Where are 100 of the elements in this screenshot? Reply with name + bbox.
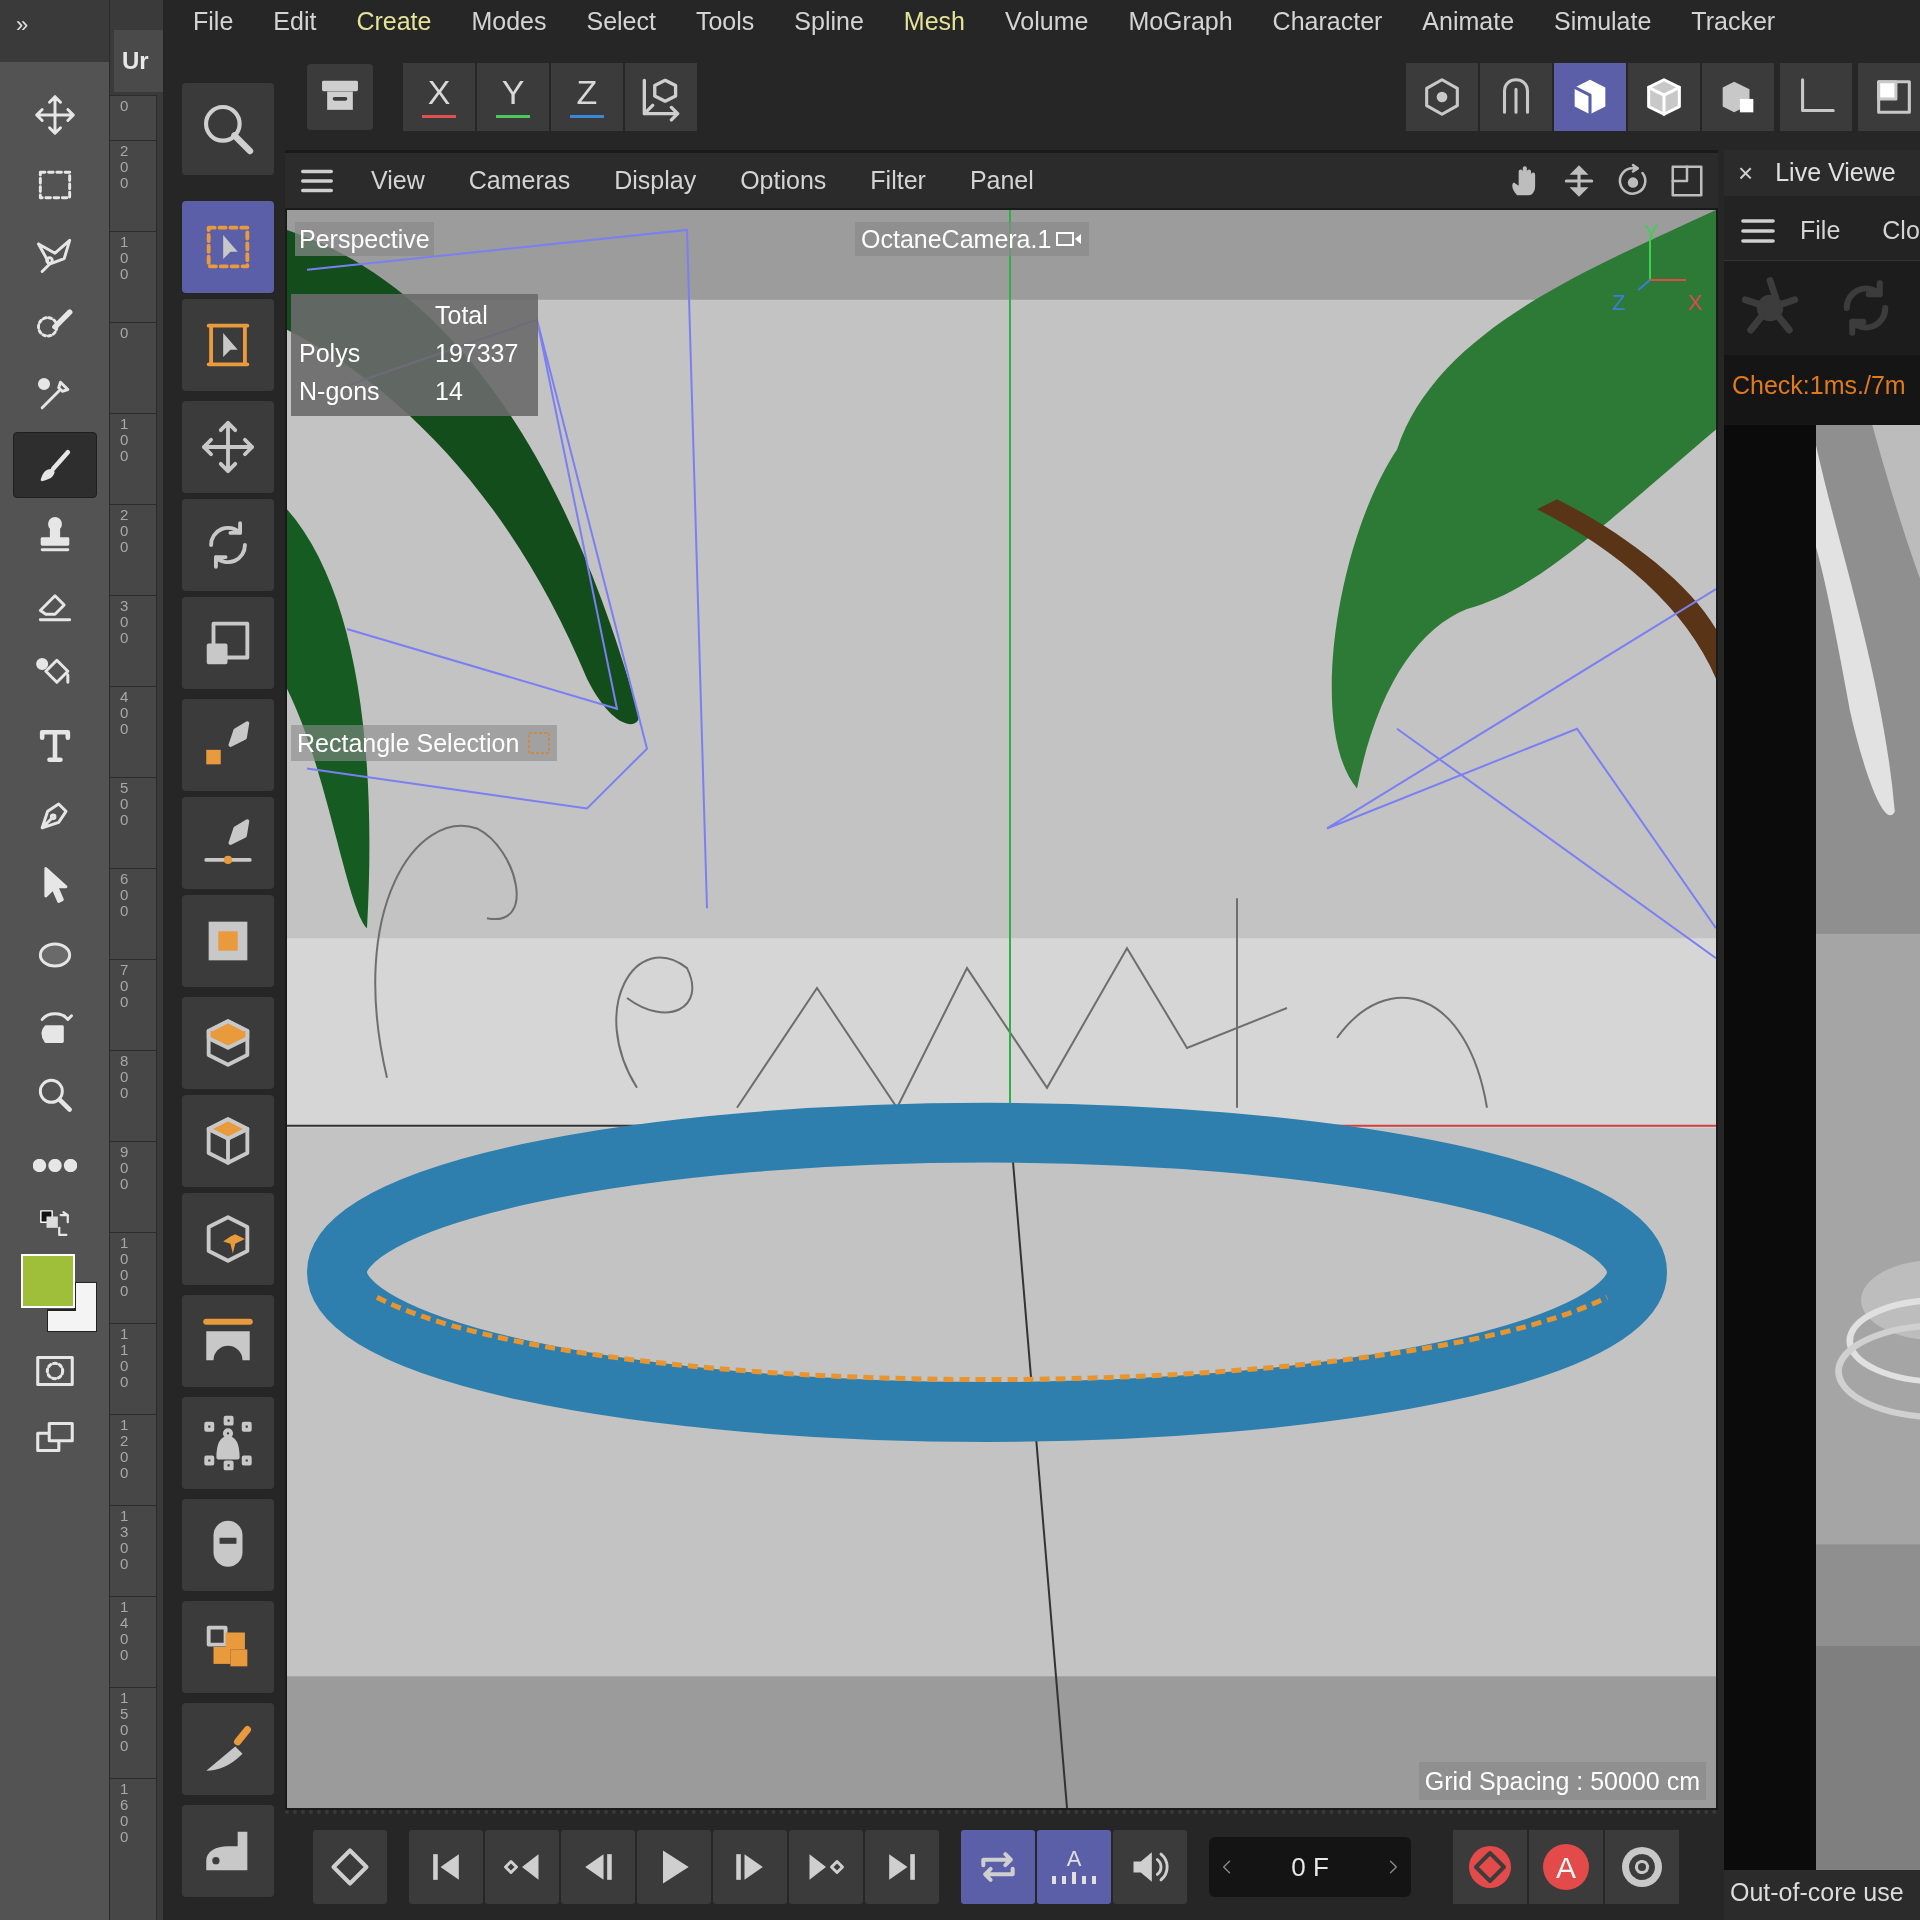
timeline-button[interactable] bbox=[789, 1830, 863, 1904]
tool-button[interactable] bbox=[182, 401, 274, 493]
panel-title: Live Viewe bbox=[1775, 157, 1896, 189]
menu-item[interactable]: Tracker bbox=[1691, 9, 1776, 34]
timeline-button[interactable] bbox=[485, 1830, 559, 1904]
ruler-number: 1500 bbox=[120, 1690, 130, 1754]
move-icon bbox=[32, 93, 77, 137]
menu-item[interactable]: Clo bbox=[1882, 212, 1920, 250]
stats-header: Total bbox=[435, 300, 489, 331]
tool-button[interactable] bbox=[182, 1805, 274, 1897]
stats-value: 197337 bbox=[435, 338, 520, 369]
mode-button[interactable] bbox=[1627, 62, 1700, 131]
record-button[interactable] bbox=[1453, 1830, 1527, 1904]
ruler-number: 100 bbox=[120, 416, 130, 464]
camera-name: OctaneCamera.1 bbox=[861, 224, 1052, 255]
tool-button[interactable] bbox=[182, 1193, 274, 1285]
ruler-number: 300 bbox=[120, 598, 130, 646]
timeline-button[interactable] bbox=[637, 1830, 711, 1904]
menu-item[interactable]: File bbox=[193, 9, 234, 34]
record-button[interactable]: A bbox=[1529, 1830, 1603, 1904]
menu-item[interactable]: Tools bbox=[695, 9, 755, 34]
axis-lock-button[interactable]: Z bbox=[551, 62, 623, 131]
menu-item[interactable]: Display bbox=[614, 168, 697, 193]
menu-item[interactable]: Character bbox=[1272, 9, 1383, 34]
mode-button[interactable] bbox=[1857, 62, 1920, 131]
tool-button[interactable] bbox=[182, 499, 274, 591]
timeline-button[interactable] bbox=[865, 1830, 939, 1904]
background-color-swatch[interactable] bbox=[46, 1282, 97, 1332]
undo-view-button[interactable] bbox=[307, 63, 373, 130]
tool-button[interactable] bbox=[182, 997, 274, 1089]
frame-field[interactable]: 0 F bbox=[1209, 1837, 1411, 1897]
menu-item[interactable]: Simulate bbox=[1554, 9, 1652, 34]
tool-button[interactable] bbox=[182, 1397, 274, 1489]
timeline-button[interactable]: A bbox=[1037, 1830, 1111, 1904]
record-button[interactable] bbox=[1605, 1830, 1679, 1904]
render-status: Check:1ms./7m bbox=[1724, 355, 1920, 425]
rectangle-select-icon bbox=[527, 731, 552, 755]
ruler-number: 1000 bbox=[120, 1235, 130, 1299]
menu-item[interactable]: Options bbox=[740, 168, 827, 193]
menu-item[interactable]: MoGraph bbox=[1128, 9, 1233, 34]
timeline-button[interactable] bbox=[313, 1830, 387, 1904]
axis-lock-button[interactable]: X bbox=[403, 62, 475, 131]
camera-label: Perspective bbox=[295, 222, 434, 256]
menu-item[interactable]: Filter bbox=[870, 168, 926, 193]
ruler-number: 200 bbox=[120, 143, 130, 191]
menu-item[interactable]: Cameras bbox=[468, 168, 571, 193]
stats-label: N-gons bbox=[299, 376, 381, 407]
menu-item[interactable]: Create bbox=[356, 9, 432, 34]
tool-button[interactable] bbox=[182, 895, 274, 987]
coordinate-system-button[interactable] bbox=[625, 62, 697, 131]
menu-item[interactable]: View bbox=[371, 168, 425, 193]
grid-spacing-label: Grid Spacing : 50000 cm bbox=[1418, 1762, 1706, 1800]
timeline-button[interactable] bbox=[1113, 1830, 1187, 1904]
ruler-number: 1200 bbox=[120, 1417, 130, 1481]
timeline-button[interactable] bbox=[713, 1830, 787, 1904]
ruler-number: 1400 bbox=[120, 1599, 130, 1663]
mode-button[interactable] bbox=[1779, 62, 1852, 131]
tool-label: Rectangle Selection bbox=[297, 728, 520, 759]
timeline-button[interactable] bbox=[961, 1830, 1035, 1904]
tool-button[interactable] bbox=[182, 1703, 274, 1795]
stats-label: Polys bbox=[299, 338, 362, 369]
tool-button[interactable] bbox=[182, 597, 274, 689]
expand-button[interactable]: » bbox=[16, 14, 29, 36]
menu-item[interactable]: Panel bbox=[969, 168, 1034, 193]
axis-label: Y bbox=[1644, 219, 1659, 247]
record-icon bbox=[1466, 1843, 1514, 1891]
ruler-number: 200 bbox=[120, 507, 130, 555]
ruler-number: 1600 bbox=[120, 1781, 130, 1845]
mode-button[interactable] bbox=[1553, 62, 1626, 131]
document-tab[interactable]: Ur bbox=[114, 30, 163, 92]
timeline-button[interactable] bbox=[409, 1830, 483, 1904]
tool-button[interactable] bbox=[182, 1095, 274, 1187]
mode-button[interactable] bbox=[1479, 62, 1552, 131]
search-button[interactable] bbox=[182, 83, 274, 175]
tool-button[interactable] bbox=[182, 1499, 274, 1591]
tool-button[interactable] bbox=[182, 699, 274, 791]
ruler-number: 900 bbox=[120, 1144, 130, 1192]
menu-item[interactable]: Select bbox=[586, 9, 656, 34]
mode-button[interactable] bbox=[1405, 62, 1478, 131]
menu-item[interactable]: Volume bbox=[1005, 9, 1089, 34]
mode-button[interactable] bbox=[1701, 62, 1774, 131]
menu-item[interactable]: Mesh bbox=[903, 9, 965, 34]
tool-button[interactable] bbox=[12, 432, 97, 498]
menu-item[interactable]: Edit bbox=[273, 9, 317, 34]
axis-label: X bbox=[1688, 289, 1703, 317]
axis-lock-button[interactable]: Y bbox=[477, 62, 549, 131]
stats-value: 14 bbox=[435, 376, 464, 407]
ruler-number: 400 bbox=[120, 689, 130, 737]
close-button[interactable]: × bbox=[1738, 160, 1754, 186]
menu-item[interactable]: Modes bbox=[471, 9, 547, 34]
menu-item[interactable]: Animate bbox=[1422, 9, 1515, 34]
tool-button[interactable] bbox=[182, 1295, 274, 1387]
ruler-number: 100 bbox=[120, 234, 130, 282]
menu-item[interactable]: File bbox=[1800, 212, 1841, 250]
foreground-color-swatch[interactable] bbox=[20, 1254, 75, 1308]
timeline-button[interactable] bbox=[561, 1830, 635, 1904]
tool-button[interactable] bbox=[182, 1601, 274, 1693]
menu-item[interactable]: Spline bbox=[794, 9, 864, 34]
tool-button[interactable] bbox=[182, 797, 274, 889]
axis-label: Z bbox=[1612, 289, 1626, 317]
